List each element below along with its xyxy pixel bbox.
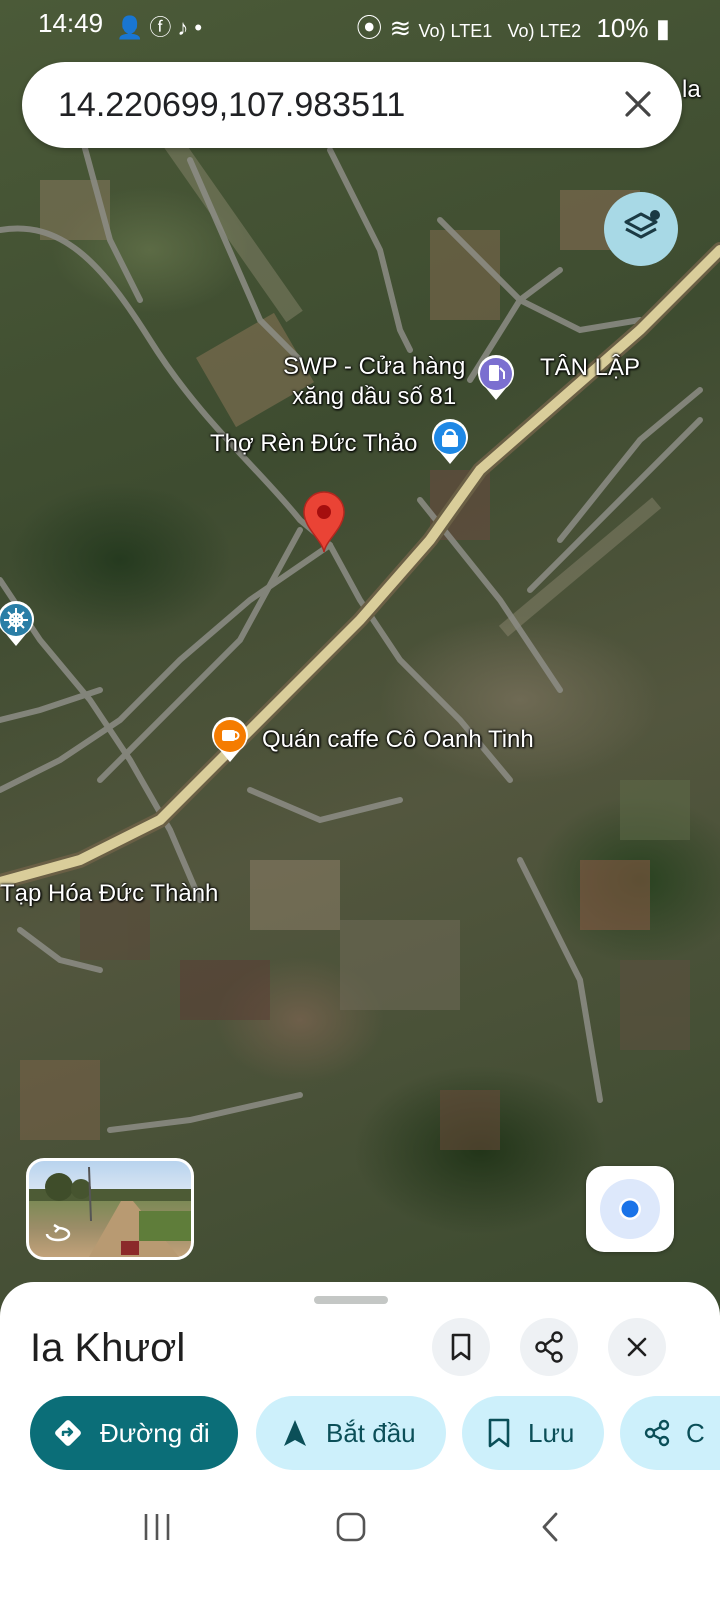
- dropped-pin-icon[interactable]: [300, 488, 348, 554]
- rotate-360-icon: [45, 1223, 71, 1242]
- sheet-drag-handle[interactable]: [314, 1296, 388, 1304]
- close-sheet-button[interactable]: [608, 1318, 666, 1376]
- status-time: 14:49: [38, 8, 104, 38]
- shopping-bag-icon[interactable]: [430, 418, 470, 466]
- search-input[interactable]: 14.220699,107.983511: [58, 86, 405, 125]
- person-icon: 👤: [116, 15, 150, 40]
- share-icon: [535, 1331, 563, 1363]
- location-status-icon: ⦿: [356, 13, 383, 43]
- my-location-button[interactable]: [586, 1166, 674, 1252]
- share-button[interactable]: [520, 1318, 578, 1376]
- battery-icon: ▮: [655, 13, 670, 43]
- tiktok-icon: ♪: [177, 15, 195, 40]
- map-label-gas-station[interactable]: SWP - Cửa hàng xăng dầu số 81: [283, 352, 465, 412]
- map-view[interactable]: 14:49 👤ⓕ♪• ⦿ ≋ Vo) LTE1 Vo) LTE2 10% ▮ l…: [0, 0, 720, 1330]
- battery-text: 10%: [596, 13, 649, 43]
- dot-icon: •: [194, 15, 209, 40]
- share-label: C: [686, 1417, 705, 1448]
- bookmark-icon: [488, 1418, 510, 1448]
- place-title: Ia Khươl: [30, 1326, 186, 1370]
- save-chip-button[interactable]: Lưu: [462, 1396, 604, 1470]
- share-chip-button[interactable]: C: [620, 1396, 720, 1470]
- bookmark-icon: [451, 1333, 471, 1361]
- recent-apps-icon[interactable]: [140, 1510, 174, 1544]
- save-label: Lưu: [528, 1417, 575, 1448]
- map-label-cafe[interactable]: Quán caffe Cô Oanh Tinh: [262, 726, 534, 754]
- map-label-grocery[interactable]: Tạp Hóa Đức Thành: [0, 880, 218, 908]
- search-bar[interactable]: 14.220699,107.983511: [22, 62, 682, 148]
- directions-button[interactable]: Đường đi: [30, 1396, 238, 1470]
- status-right: ⦿ ≋ Vo) LTE1 Vo) LTE2 10% ▮: [356, 8, 670, 45]
- directions-label: Đường đi: [100, 1417, 210, 1448]
- save-button[interactable]: [432, 1318, 490, 1376]
- cafe-icon[interactable]: [210, 716, 250, 764]
- navigation-arrow-icon: [284, 1420, 306, 1446]
- close-icon: [627, 1337, 647, 1357]
- map-label-edge: la: [682, 76, 701, 103]
- close-icon[interactable]: [614, 80, 662, 128]
- layers-icon: [624, 210, 660, 239]
- wifi-icon: ≋: [389, 13, 412, 43]
- status-bar: 14:49 👤ⓕ♪• ⦿ ≋ Vo) LTE1 Vo) LTE2 10% ▮: [0, 0, 720, 48]
- layers-button[interactable]: [604, 192, 678, 266]
- gas-station-icon[interactable]: [476, 354, 516, 402]
- start-label: Bắt đầu: [326, 1417, 416, 1448]
- notification-icons: 👤ⓕ♪•: [116, 10, 208, 42]
- facebook-icon: ⓕ: [149, 15, 178, 40]
- attraction-icon[interactable]: [0, 600, 36, 648]
- home-icon[interactable]: [334, 1510, 368, 1544]
- street-view-thumbnail[interactable]: [26, 1158, 194, 1260]
- map-label-village: TÂN LẬP: [540, 354, 641, 381]
- system-navigation-bar: [0, 1480, 720, 1605]
- directions-icon: [55, 1420, 81, 1446]
- map-label-blacksmith[interactable]: Thợ Rèn Đức Thảo: [210, 430, 417, 458]
- signal-2-label: Vo) LTE2: [507, 21, 582, 41]
- start-button[interactable]: Bắt đầu: [256, 1396, 446, 1470]
- location-dot-icon: [600, 1179, 660, 1239]
- back-icon[interactable]: [534, 1510, 568, 1544]
- signal-1-label: Vo) LTE1: [418, 21, 493, 41]
- share-icon: [644, 1419, 670, 1447]
- action-chips: Đường đi Bắt đầu Lưu C: [0, 1396, 720, 1474]
